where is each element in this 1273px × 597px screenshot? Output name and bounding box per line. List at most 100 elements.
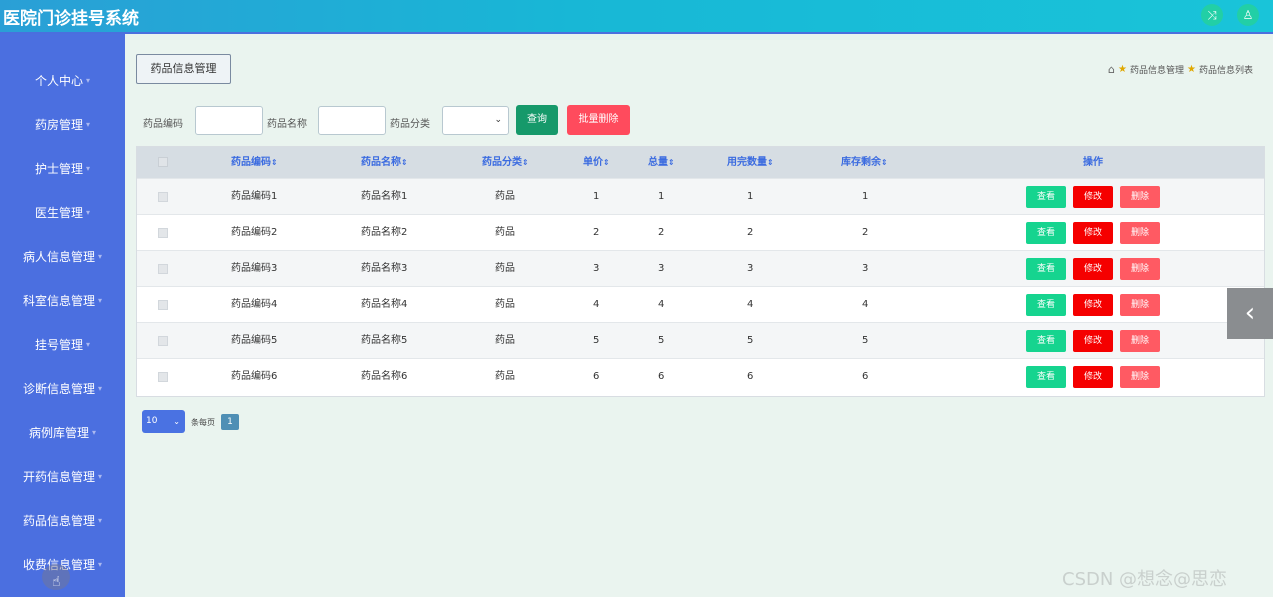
batch-delete-button[interactable]: 批量删除 bbox=[567, 105, 630, 135]
delete-button[interactable]: 删除 bbox=[1120, 186, 1160, 208]
cell-drug-code: 药品编码3 bbox=[231, 263, 278, 274]
delete-button[interactable]: 删除 bbox=[1120, 294, 1160, 316]
chevron-left-icon[interactable]: ‹ bbox=[1227, 288, 1273, 339]
row-checkbox[interactable] bbox=[158, 372, 168, 382]
per-page-label: 条每页 bbox=[191, 418, 215, 427]
breadcrumb: ⌂ ★ 药品信息管理 ★ 药品信息列表 bbox=[1108, 63, 1253, 76]
drug-name-label: 药品名称 bbox=[267, 119, 307, 130]
edit-button[interactable]: 修改 bbox=[1073, 294, 1113, 316]
cell-unit-price: 4 bbox=[593, 299, 600, 310]
chevron-down-icon: ▾ bbox=[98, 251, 103, 261]
row-checkbox[interactable] bbox=[158, 228, 168, 238]
row-checkbox[interactable] bbox=[158, 336, 168, 346]
sidebar-item-diagnosis[interactable]: 诊断信息管理 ▾ bbox=[0, 366, 125, 410]
sidebar-item-personal-center[interactable]: 个人中心 ▾ bbox=[0, 58, 125, 102]
drug-category-label: 药品分类 bbox=[390, 119, 430, 130]
cell-used-quantity: 2 bbox=[747, 227, 754, 238]
page-number-button[interactable]: 1 bbox=[221, 414, 239, 430]
select-all-checkbox[interactable] bbox=[158, 157, 168, 167]
cell-stock-remaining: 1 bbox=[862, 191, 869, 202]
cell-stock-remaining: 5 bbox=[862, 335, 869, 346]
cell-total: 1 bbox=[658, 191, 665, 202]
cell-unit-price: 5 bbox=[593, 335, 600, 346]
cell-drug-code: 药品编码4 bbox=[231, 299, 278, 310]
header-unit-price[interactable]: 单价⇕ bbox=[583, 147, 610, 178]
cell-unit-price: 2 bbox=[593, 227, 600, 238]
cell-used-quantity: 1 bbox=[747, 191, 754, 202]
sidebar-item-prescription[interactable]: 开药信息管理 ▾ bbox=[0, 454, 125, 498]
edit-button[interactable]: 修改 bbox=[1073, 186, 1113, 208]
cell-unit-price: 3 bbox=[593, 263, 600, 274]
view-button[interactable]: 查看 bbox=[1026, 186, 1066, 208]
cell-total: 2 bbox=[658, 227, 665, 238]
page-title-button[interactable]: 药品信息管理 bbox=[136, 54, 231, 84]
page-size-select[interactable]: 10 ⌄ bbox=[142, 410, 185, 433]
main-panel: 药品信息管理 ⌂ ★ 药品信息管理 ★ 药品信息列表 药品编码 药品名称 药品分… bbox=[125, 40, 1273, 597]
cell-drug-code: 药品编码2 bbox=[231, 227, 278, 238]
hand-cursor-icon: ☝ bbox=[52, 574, 61, 590]
breadcrumb-item: 药品信息列表 bbox=[1198, 66, 1253, 76]
view-button[interactable]: 查看 bbox=[1026, 366, 1066, 388]
user-icon[interactable]: ♙ bbox=[1237, 4, 1259, 26]
chevron-down-icon: ▾ bbox=[86, 207, 91, 217]
app-title: 医院门诊挂号系统 bbox=[3, 9, 139, 29]
row-checkbox[interactable] bbox=[158, 300, 168, 310]
cell-drug-name: 药品名称6 bbox=[361, 371, 408, 382]
delete-button[interactable]: 删除 bbox=[1120, 330, 1160, 352]
sidebar-item-pharmacy[interactable]: 药房管理 ▾ bbox=[0, 102, 125, 146]
view-button[interactable]: 查看 bbox=[1026, 294, 1066, 316]
view-button[interactable]: 查看 bbox=[1026, 258, 1066, 280]
sidebar-item-registration[interactable]: 挂号管理 ▾ bbox=[0, 322, 125, 366]
table-header: 药品编码⇕ 药品名称⇕ 药品分类⇕ 单价⇕ 总量⇕ 用完数量⇕ 库存剩余⇕ 操作 bbox=[137, 147, 1264, 178]
sort-icon: ⇕ bbox=[271, 158, 278, 167]
cell-stock-remaining: 4 bbox=[862, 299, 869, 310]
sort-icon: ⇕ bbox=[881, 158, 888, 167]
view-button[interactable]: 查看 bbox=[1026, 330, 1066, 352]
drug-category-select[interactable]: ⌄ bbox=[442, 106, 509, 135]
sort-icon: ⇕ bbox=[401, 158, 408, 167]
sidebar-item-patient[interactable]: 病人信息管理 ▾ bbox=[0, 234, 125, 278]
query-button[interactable]: 查询 bbox=[516, 105, 558, 135]
cell-total: 4 bbox=[658, 299, 665, 310]
sidebar-item-department[interactable]: 科室信息管理 ▾ bbox=[0, 278, 125, 322]
delete-button[interactable]: 删除 bbox=[1120, 222, 1160, 244]
cell-drug-category: 药品 bbox=[495, 191, 515, 202]
row-checkbox[interactable] bbox=[158, 264, 168, 274]
cell-stock-remaining: 2 bbox=[862, 227, 869, 238]
edit-button[interactable]: 修改 bbox=[1073, 366, 1113, 388]
view-button[interactable]: 查看 bbox=[1026, 222, 1066, 244]
chevron-down-icon: ▾ bbox=[98, 515, 103, 525]
drug-code-input[interactable] bbox=[195, 106, 263, 135]
row-checkbox[interactable] bbox=[158, 192, 168, 202]
edit-button[interactable]: 修改 bbox=[1073, 258, 1113, 280]
delete-button[interactable]: 删除 bbox=[1120, 258, 1160, 280]
chevron-down-icon: ▾ bbox=[98, 383, 103, 393]
chevron-down-icon: ▾ bbox=[98, 471, 103, 481]
header-stock-remaining[interactable]: 库存剩余⇕ bbox=[841, 147, 888, 178]
sidebar-item-drug-info[interactable]: 药品信息管理 ▾ bbox=[0, 498, 125, 542]
edit-button[interactable]: 修改 bbox=[1073, 222, 1113, 244]
drug-code-label: 药品编码 bbox=[143, 119, 183, 130]
cell-drug-category: 药品 bbox=[495, 371, 515, 382]
header-drug-category[interactable]: 药品分类⇕ bbox=[482, 147, 529, 178]
sidebar-item-doctor[interactable]: 医生管理 ▾ bbox=[0, 190, 125, 234]
shuffle-icon[interactable]: ⤨ bbox=[1201, 4, 1223, 26]
header-drug-code[interactable]: 药品编码⇕ bbox=[231, 147, 278, 178]
header-total[interactable]: 总量⇕ bbox=[648, 147, 675, 178]
delete-button[interactable]: 删除 bbox=[1120, 366, 1160, 388]
home-icon[interactable]: ⌂ bbox=[1108, 63, 1115, 76]
edit-button[interactable]: 修改 bbox=[1073, 330, 1113, 352]
chevron-down-icon: ▾ bbox=[86, 163, 91, 173]
header-used-quantity[interactable]: 用完数量⇕ bbox=[727, 147, 774, 178]
cell-total: 6 bbox=[658, 371, 665, 382]
sidebar-item-nurse[interactable]: 护士管理 ▾ bbox=[0, 146, 125, 190]
drug-name-input[interactable] bbox=[318, 106, 386, 135]
header-drug-name[interactable]: 药品名称⇕ bbox=[361, 147, 408, 178]
breadcrumb-item[interactable]: 药品信息管理 bbox=[1130, 63, 1184, 76]
top-accent-line bbox=[0, 32, 1273, 34]
cell-unit-price: 1 bbox=[593, 191, 600, 202]
chevron-down-icon: ⌄ bbox=[494, 115, 502, 125]
sidebar-item-case-library[interactable]: 病例库管理 ▾ bbox=[0, 410, 125, 454]
star-icon: ★ bbox=[1118, 64, 1127, 75]
cell-drug-name: 药品名称3 bbox=[361, 263, 408, 274]
